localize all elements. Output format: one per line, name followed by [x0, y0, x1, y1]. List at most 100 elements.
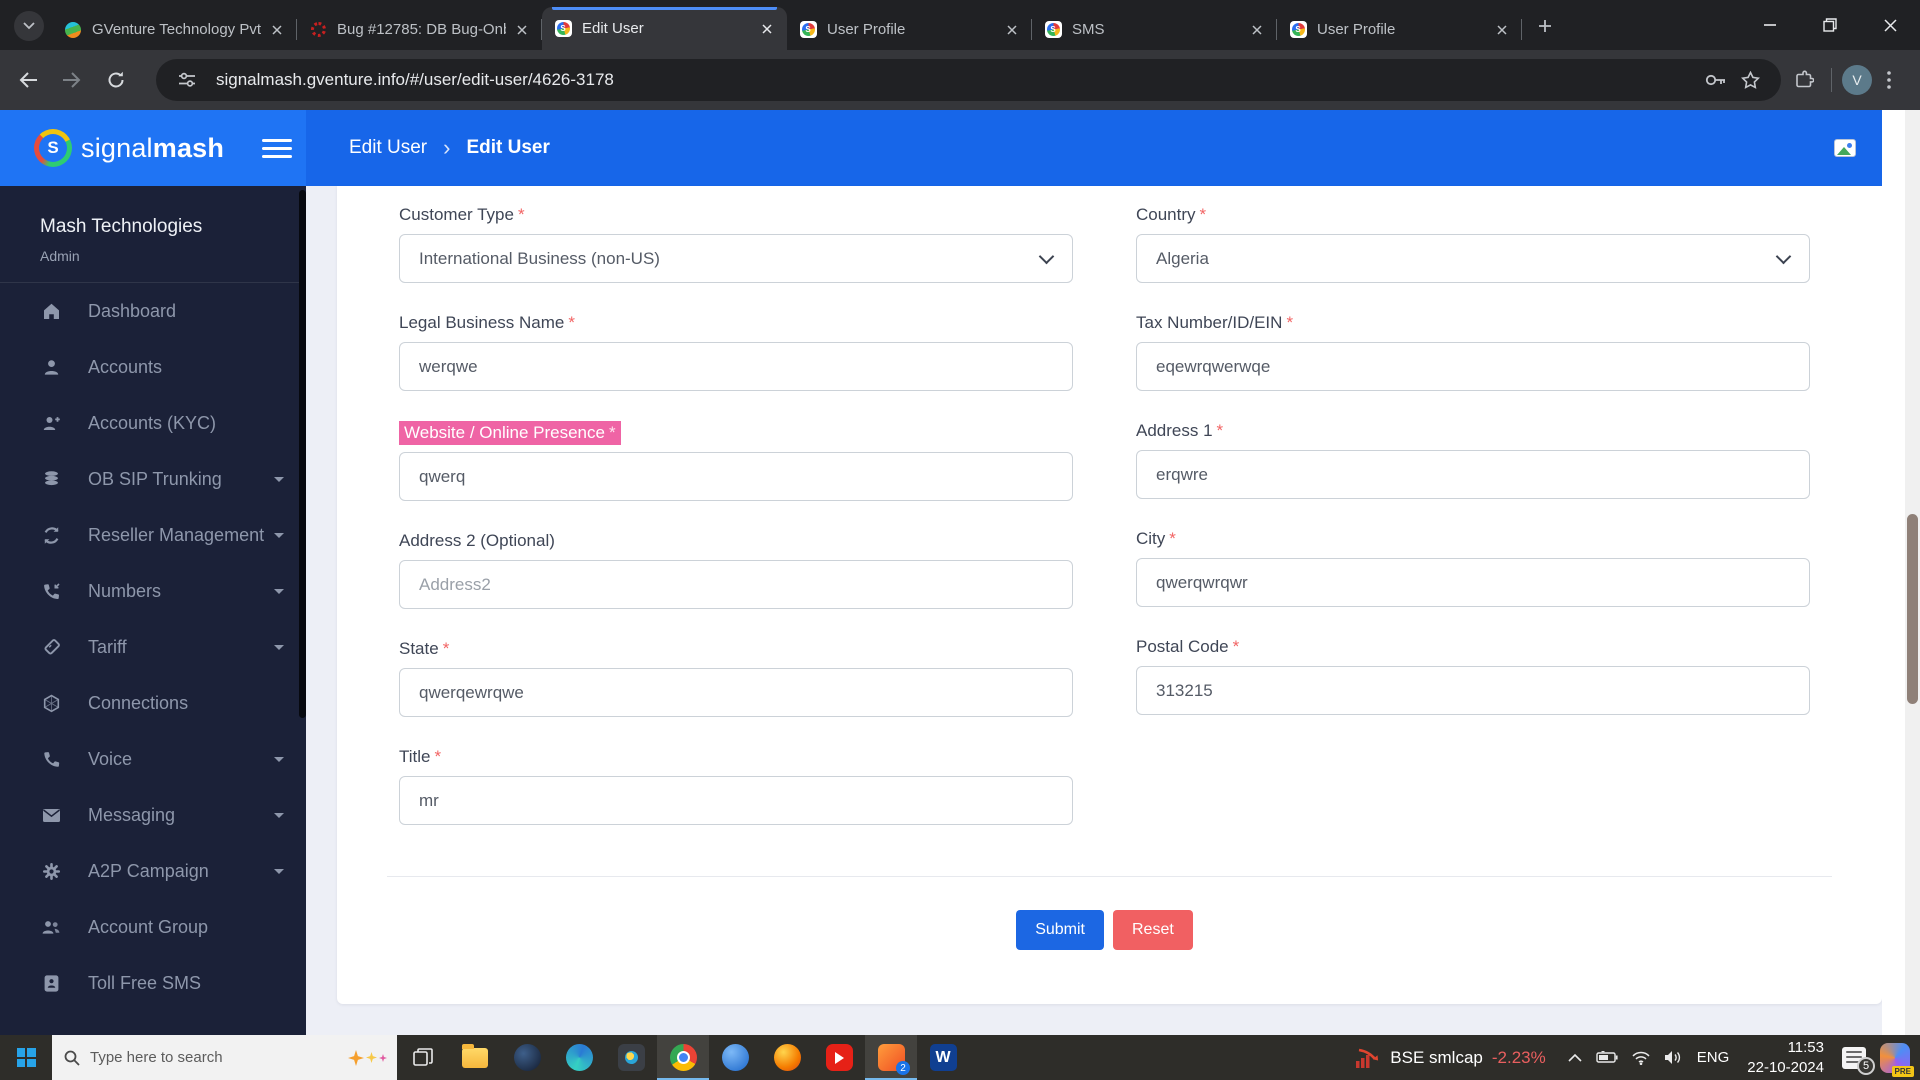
- youtube-button[interactable]: [813, 1035, 865, 1080]
- breadcrumb-parent[interactable]: Edit User: [349, 137, 427, 159]
- address-2-input[interactable]: [399, 560, 1073, 609]
- url-text[interactable]: signalmash.gventure.info/#/user/edit-use…: [216, 70, 1699, 90]
- volume-icon[interactable]: [1664, 1050, 1683, 1065]
- phone-incoming-icon: [40, 582, 62, 601]
- chevron-down-icon: [274, 476, 284, 482]
- forward-button[interactable]: [52, 60, 92, 100]
- tab-edit-user-active[interactable]: S Edit User: [542, 7, 787, 50]
- back-button[interactable]: [8, 60, 48, 100]
- main-content: Customer Type * International Business (n…: [306, 186, 1920, 1035]
- edge-button[interactable]: [553, 1035, 605, 1080]
- address-1-input[interactable]: [1136, 450, 1810, 499]
- password-key-icon[interactable]: [1699, 63, 1733, 97]
- tray-chevron-up-icon[interactable]: [1568, 1053, 1582, 1062]
- chrome-button[interactable]: [657, 1035, 709, 1080]
- new-tab-button[interactable]: [1530, 11, 1560, 41]
- title-input[interactable]: [399, 776, 1073, 825]
- task-view-button[interactable]: [397, 1035, 449, 1080]
- taskbar-clock[interactable]: 11:53 22-10-2024: [1743, 1038, 1828, 1077]
- page-right-gutter: [1882, 110, 1905, 1035]
- capture-app-button[interactable]: [605, 1035, 657, 1080]
- postal-code-input[interactable]: [1136, 666, 1810, 715]
- sidebar-item-connections[interactable]: Connections: [0, 675, 306, 731]
- action-center-button[interactable]: 5: [1842, 1046, 1875, 1075]
- sidebar-scrollbar[interactable]: [299, 190, 306, 718]
- field-title: Title *: [399, 747, 1073, 825]
- sidebar-item-a2p-campaign[interactable]: A2P Campaign: [0, 843, 306, 899]
- bookmark-star-icon[interactable]: [1733, 63, 1767, 97]
- extensions-puzzle-icon[interactable]: [1787, 63, 1821, 97]
- scrollbar-thumb[interactable]: [1907, 514, 1918, 704]
- sidebar-item-toll-free-sms[interactable]: Toll Free SMS: [0, 955, 306, 1011]
- close-icon[interactable]: [512, 20, 532, 40]
- site-info-icon[interactable]: [170, 63, 204, 97]
- field-label: Tax Number/ID/EIN *: [1136, 313, 1294, 332]
- address-bar[interactable]: signalmash.gventure.info/#/user/edit-use…: [156, 59, 1781, 101]
- breadcrumb-chevron-icon: ›: [443, 135, 451, 160]
- tax-number-input[interactable]: [1136, 342, 1810, 391]
- close-icon[interactable]: [267, 20, 287, 40]
- tab-search-button[interactable]: [14, 11, 44, 41]
- browser-tab-strip: GVenture Technology Pvt. L Bug #12785: D…: [0, 0, 1920, 50]
- tab-title: User Profile: [827, 21, 906, 38]
- tab-sms[interactable]: S SMS: [1032, 9, 1277, 50]
- customer-type-select[interactable]: International Business (non-US): [399, 234, 1073, 283]
- phone-icon: [40, 750, 62, 769]
- close-icon[interactable]: [757, 19, 777, 39]
- sidebar-item-tariff[interactable]: Tariff: [0, 619, 306, 675]
- country-select[interactable]: Algeria: [1136, 234, 1810, 283]
- header-avatar-broken-image-icon[interactable]: [1834, 139, 1856, 157]
- stock-ticker-widget[interactable]: BSE smlcap -2.23%: [1343, 1035, 1557, 1080]
- taskbar-search-box[interactable]: Type here to search: [52, 1035, 397, 1080]
- website-input[interactable]: [399, 452, 1073, 501]
- tab-bug-redmine[interactable]: Bug #12785: DB Bug-Onbo: [297, 9, 542, 50]
- blue-app-button[interactable]: [709, 1035, 761, 1080]
- sidebar-item-numbers[interactable]: Numbers: [0, 563, 306, 619]
- tab-user-profile-1[interactable]: S User Profile: [787, 9, 1032, 50]
- firefox-button[interactable]: [761, 1035, 813, 1080]
- signalmash-favicon-icon: S: [554, 20, 572, 38]
- tab-user-profile-2[interactable]: S User Profile: [1277, 9, 1522, 50]
- state-input[interactable]: [399, 668, 1073, 717]
- sidebar-item-reseller-management[interactable]: Reseller Management: [0, 507, 306, 563]
- close-icon[interactable]: [1492, 20, 1512, 40]
- window-close-button[interactable]: [1860, 0, 1920, 50]
- word-button[interactable]: W: [917, 1035, 969, 1080]
- windows-logo-icon: [16, 1048, 36, 1067]
- close-icon[interactable]: [1002, 20, 1022, 40]
- browser-profile-avatar[interactable]: V: [1842, 65, 1872, 95]
- copilot-button[interactable]: PRE: [1880, 1042, 1914, 1077]
- sidebar-item-dashboard[interactable]: Dashboard: [0, 283, 306, 339]
- city-input[interactable]: [1136, 558, 1810, 607]
- browser-menu-icon[interactable]: [1872, 63, 1906, 97]
- battery-icon[interactable]: [1596, 1051, 1618, 1064]
- page-scrollbar[interactable]: [1905, 110, 1920, 1035]
- window-restore-button[interactable]: [1800, 0, 1860, 50]
- sidebar-item-messaging[interactable]: Messaging: [0, 787, 306, 843]
- mail-app-button[interactable]: 2: [865, 1035, 917, 1080]
- search-highlights-sparkle-icon[interactable]: [348, 1049, 387, 1066]
- start-button[interactable]: [0, 1035, 52, 1080]
- reset-button[interactable]: Reset: [1113, 910, 1193, 950]
- wifi-icon[interactable]: [1632, 1051, 1650, 1065]
- signalmash-favicon-icon: S: [1044, 21, 1062, 39]
- file-explorer-button[interactable]: [449, 1035, 501, 1080]
- language-indicator[interactable]: ENG: [1697, 1049, 1730, 1066]
- sidebar-item-account-group[interactable]: Account Group: [0, 899, 306, 955]
- legal-business-name-input[interactable]: [399, 342, 1073, 391]
- sidebar-item-accounts[interactable]: Accounts: [0, 339, 306, 395]
- youtube-icon: [825, 1044, 853, 1071]
- sidebar-item-ob-sip-trunking[interactable]: OB SIP Trunking: [0, 451, 306, 507]
- sidebar-item-voice[interactable]: Voice: [0, 731, 306, 787]
- app-dark-button[interactable]: [501, 1035, 553, 1080]
- sync-icon: [40, 526, 62, 545]
- tab-gventure[interactable]: GVenture Technology Pvt. L: [52, 9, 297, 50]
- hamburger-menu-icon[interactable]: [262, 138, 292, 158]
- close-icon[interactable]: [1247, 20, 1267, 40]
- submit-button[interactable]: Submit: [1016, 910, 1104, 950]
- sidebar-item-accounts-kyc[interactable]: Accounts (KYC): [0, 395, 306, 451]
- reload-button[interactable]: [96, 60, 136, 100]
- web-page: S signalmash Edit User › Edit User Mash …: [0, 110, 1920, 1035]
- home-icon: [40, 302, 62, 321]
- window-minimize-button[interactable]: [1740, 0, 1800, 50]
